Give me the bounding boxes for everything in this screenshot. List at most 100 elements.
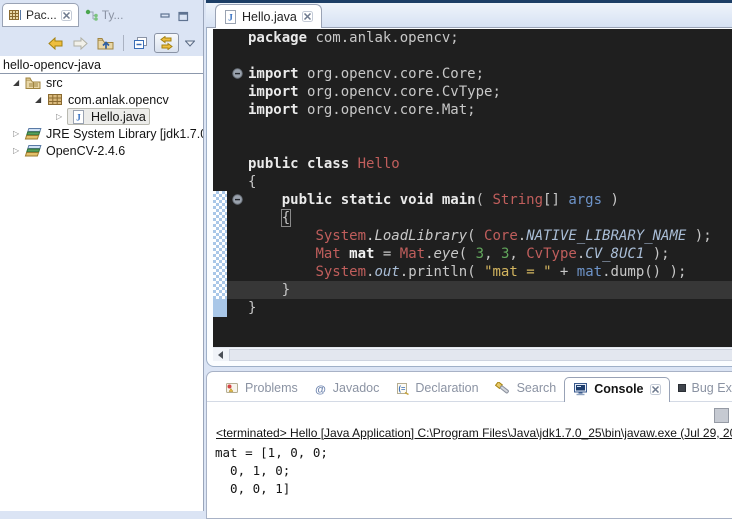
bottom-tab-console[interactable]: Console — [564, 377, 669, 402]
close-icon[interactable] — [61, 10, 72, 21]
library-icon — [24, 145, 42, 157]
up-folder-icon — [97, 36, 114, 50]
forward-button[interactable] — [70, 36, 91, 51]
tree-item-label: hello-opencv-java — [3, 58, 101, 72]
close-icon[interactable] — [302, 11, 313, 22]
tab-label: Hello.java — [242, 10, 297, 24]
minimize-button[interactable] — [160, 9, 171, 27]
tree-item-label: JRE System Library [jdk1.7.0 — [46, 127, 203, 141]
tree-item-com-anlak-opencv[interactable]: ◢ com.anlak.opencv — [0, 91, 203, 108]
tree-item-label: Hello.java — [91, 110, 146, 124]
selected-tree-item: J Hello.java — [67, 108, 150, 125]
bottom-tab-problems[interactable]: Problems — [217, 377, 306, 401]
range-indicator — [213, 263, 227, 281]
code-line[interactable]: import org.opencv.core.CvType; — [213, 83, 732, 101]
tab-label: Pac... — [26, 8, 57, 22]
code-line[interactable]: } — [213, 281, 732, 299]
tab-label: Console — [594, 382, 643, 396]
link-with-editor-button[interactable] — [154, 33, 179, 53]
back-arrow-icon — [47, 37, 64, 50]
console-toolbar-button[interactable] — [714, 408, 729, 423]
svg-text:(=: (= — [399, 384, 406, 393]
tree-item-label: com.anlak.opencv — [68, 93, 169, 107]
code-line[interactable]: System.LoadLibrary( Core.NATIVE_LIBRARY_… — [213, 227, 732, 245]
range-indicator — [213, 245, 227, 263]
scrollbar-thumb[interactable] — [229, 349, 732, 361]
tree-expanded-arrow-icon[interactable]: ◢ — [13, 74, 24, 91]
svg-text:@: @ — [315, 384, 326, 395]
tree-item-hello-opencv-java[interactable]: hello-opencv-java — [0, 57, 203, 74]
tree-item-jre-system-library-jdk1-7-0[interactable]: ▷ JRE System Library [jdk1.7.0 — [0, 125, 203, 142]
editor-tabstrip: J Hello.java — [206, 3, 732, 28]
java-file-icon: J — [69, 110, 87, 124]
javadoc-icon: @ — [314, 382, 327, 395]
code-line[interactable]: { — [213, 173, 732, 191]
package-explorer-icon — [9, 9, 22, 21]
search-icon — [495, 382, 511, 395]
minimize-icon — [160, 12, 171, 22]
view-menu-button[interactable] — [183, 39, 197, 48]
code-lines: package com.anlak.opencv; import org.open… — [213, 29, 732, 347]
tab-label: Problems — [245, 381, 298, 395]
back-button[interactable] — [45, 36, 66, 51]
package-icon — [46, 94, 64, 105]
tree-item-src[interactable]: ◢src — [0, 74, 203, 91]
code-line[interactable]: public class Hello — [213, 155, 732, 173]
svg-text:J: J — [76, 112, 81, 122]
range-indicator — [213, 227, 227, 245]
java-file-icon: J — [224, 10, 237, 24]
console-content: <terminated> Hello [Java Application] C:… — [207, 426, 732, 498]
view-tab-pac[interactable]: Pac... — [2, 3, 79, 27]
type-hierarchy-icon — [85, 9, 98, 22]
code-line[interactable]: System.out.println( "mat = " + mat.dump(… — [213, 263, 732, 281]
code-line[interactable]: import org.opencv.core.Core; — [213, 65, 732, 83]
code-line[interactable] — [213, 47, 732, 65]
fold-minus-icon[interactable] — [232, 68, 243, 79]
console-output[interactable]: mat = [1, 0, 0; 0, 1, 0; 0, 0, 1] — [215, 444, 732, 498]
code-line[interactable]: package com.anlak.opencv; — [213, 29, 732, 47]
up-button[interactable] — [95, 35, 116, 51]
collapse-all-icon — [133, 37, 148, 50]
editor-tab-hello-java[interactable]: J Hello.java — [215, 4, 322, 28]
package-explorer-view: Pac... Ty... hello-opencv-java ◢src◢ com.an… — [0, 0, 204, 511]
bottom-tab-search[interactable]: Search — [487, 377, 565, 401]
fold-minus-icon[interactable] — [232, 194, 243, 205]
code-line[interactable]: { — [213, 209, 732, 227]
tab-label: Bug Explorer — [692, 381, 732, 395]
code-line[interactable] — [213, 335, 732, 347]
tree-collapsed-arrow-icon[interactable]: ▷ — [13, 125, 24, 142]
link-editor-icon — [158, 36, 175, 50]
declaration-icon: (= — [395, 382, 409, 395]
bottom-tab-javadoc[interactable]: @Javadoc — [306, 377, 388, 401]
code-line[interactable]: import org.opencv.core.Mat; — [213, 101, 732, 119]
editor-horizontal-scrollbar[interactable] — [213, 347, 732, 361]
problems-icon — [225, 382, 239, 394]
maximize-icon — [178, 11, 189, 22]
tree-expanded-arrow-icon[interactable]: ◢ — [35, 91, 46, 108]
code-line[interactable] — [213, 119, 732, 137]
code-line[interactable]: public static void main( String[] args ) — [213, 191, 732, 209]
range-indicator — [213, 209, 227, 227]
tree-collapsed-arrow-icon[interactable]: ▷ — [13, 142, 24, 159]
bottom-panel-tabbar: Problems @Javadoc(=DeclarationSearch Conso… — [207, 372, 732, 402]
scroll-left-arrow-icon[interactable] — [218, 351, 223, 359]
code-line[interactable] — [213, 137, 732, 155]
tree-item-opencv-2-4-6[interactable]: ▷ OpenCV-2.4.6 — [0, 142, 203, 159]
bottom-tab-bug-explorer[interactable]: Bug Explorer — [670, 377, 732, 401]
code-line[interactable]: Mat mat = Mat.eye( 3, 3, CvType.CV_8UC1 … — [213, 245, 732, 263]
code-editor[interactable]: package com.anlak.opencv; import org.open… — [213, 29, 732, 347]
close-icon[interactable] — [650, 384, 661, 395]
code-line[interactable] — [213, 317, 732, 335]
range-indicator — [213, 299, 227, 317]
bottom-tab-declaration[interactable]: (=Declaration — [387, 377, 486, 401]
maximize-button[interactable] — [178, 9, 189, 27]
code-line[interactable]: } — [213, 299, 732, 317]
editor-frame: package com.anlak.opencv; import org.open… — [206, 27, 732, 367]
range-indicator — [213, 191, 227, 209]
tree-collapsed-arrow-icon[interactable]: ▷ — [56, 108, 67, 125]
view-tab-ty[interactable]: Ty... — [79, 3, 130, 27]
tree-item-label: OpenCV-2.4.6 — [46, 144, 125, 158]
collapse-all-button[interactable] — [131, 36, 150, 51]
package-explorer-tabbar: Pac... Ty... — [2, 2, 201, 27]
tree-item-hello-java[interactable]: ▷ J Hello.java — [0, 108, 203, 125]
